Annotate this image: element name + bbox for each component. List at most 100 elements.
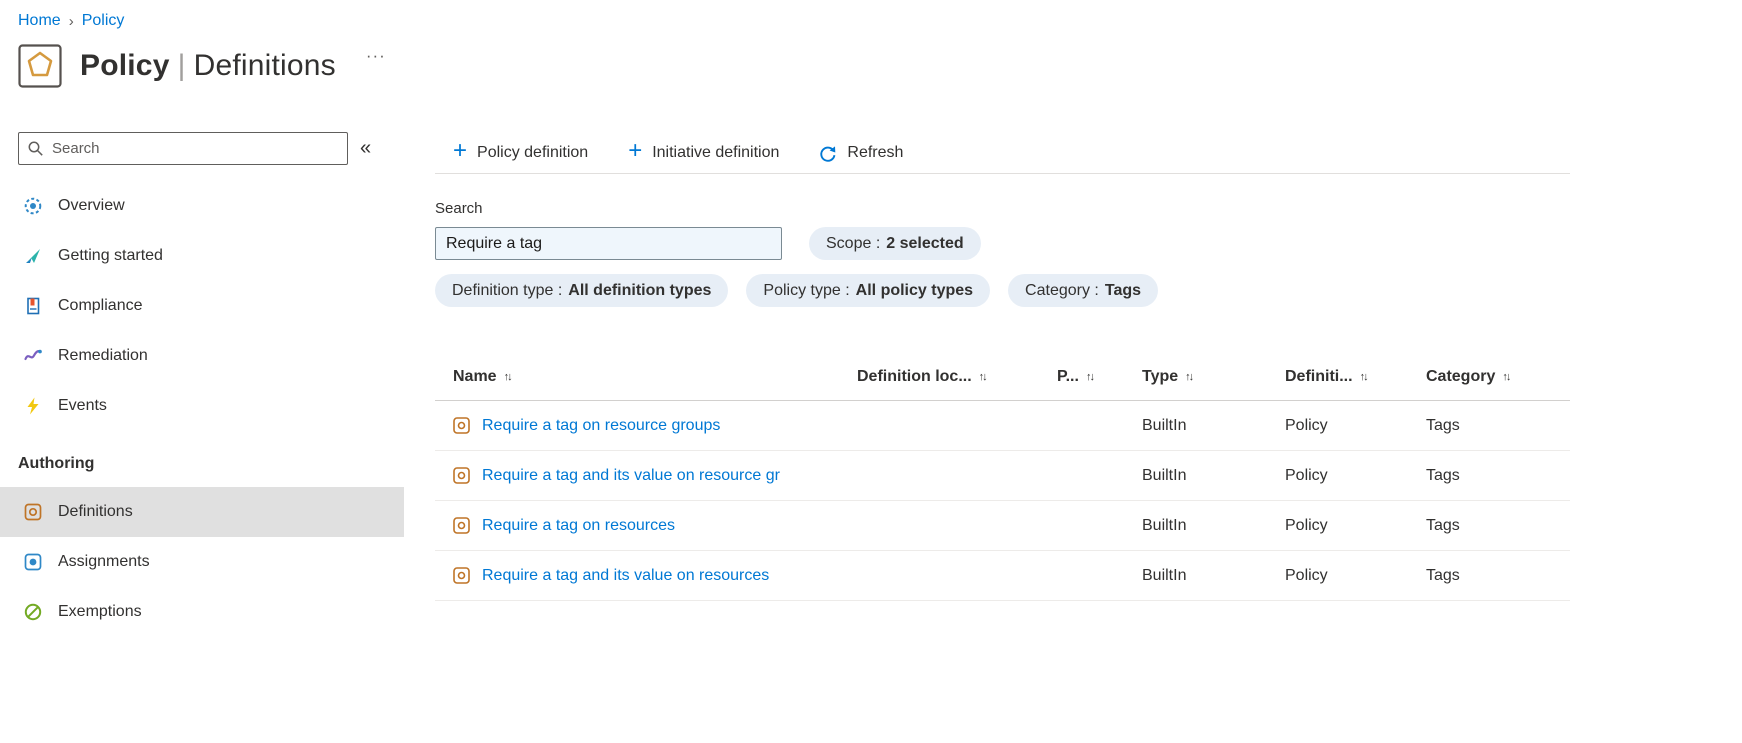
pill-label: Policy type : <box>763 281 850 299</box>
definitions-icon <box>24 503 42 521</box>
command-bar: + Policy definition + Initiative definit… <box>435 132 1570 174</box>
filter-pill-policy-type[interactable]: Policy type : All policy types <box>746 274 991 307</box>
page-title-primary: Policy <box>80 49 170 82</box>
more-menu-icon[interactable]: ··· <box>366 46 386 66</box>
sidebar-search-input[interactable] <box>52 140 339 157</box>
policy-definition-icon <box>453 467 470 484</box>
sidebar-search-row: « <box>0 132 435 165</box>
column-label: Definiti... <box>1285 367 1353 385</box>
assignments-icon <box>24 553 42 571</box>
table-header-row: Name ↑↓ Definition loc... ↑↓ P... ↑↓ Typ… <box>435 353 1570 401</box>
sidebar-item-label: Exemptions <box>58 603 142 620</box>
policy-definition-icon <box>453 567 470 584</box>
sidebar: « Overview <box>0 132 435 637</box>
events-icon <box>24 397 42 415</box>
sidebar-item-remediation[interactable]: Remediation <box>0 331 404 381</box>
sidebar-nav: Overview Getting started Compliance Reme… <box>0 181 435 431</box>
definition-search-input[interactable] <box>435 227 782 260</box>
sidebar-section-authoring: Authoring <box>18 455 95 472</box>
definition-link[interactable]: Require a tag on resources <box>482 517 675 535</box>
sort-icon: ↑↓ <box>1359 370 1369 383</box>
refresh-icon <box>819 144 837 162</box>
column-header-definition-location[interactable]: Definition loc... ↑↓ <box>857 368 1057 386</box>
plus-icon: + <box>453 137 468 164</box>
cell-type: BuiltIn <box>1142 516 1187 534</box>
remediation-icon <box>24 347 42 365</box>
compliance-icon <box>24 297 42 315</box>
filter-pill-scope[interactable]: Scope : 2 selected <box>809 227 981 260</box>
cell-definition-type: Policy <box>1285 416 1328 434</box>
policy-definitions-page: Home › Policy Policy | Definitions ··· S… <box>0 0 1742 637</box>
table-row[interactable]: Require a tag on resource groups BuiltIn… <box>435 401 1570 451</box>
sidebar-item-getting-started[interactable]: Getting started <box>0 231 404 281</box>
cell-category: Tags <box>1426 466 1460 484</box>
sidebar-item-events[interactable]: Events <box>0 381 404 431</box>
definitions-table: Name ↑↓ Definition loc... ↑↓ P... ↑↓ Typ… <box>435 353 1570 601</box>
column-header-name[interactable]: Name ↑↓ <box>435 368 857 386</box>
sidebar-item-assignments[interactable]: Assignments <box>0 537 404 587</box>
refresh-button[interactable]: Refresh <box>819 144 903 162</box>
sort-icon: ↑↓ <box>978 370 988 383</box>
cell-name: Require a tag on resources <box>435 517 857 535</box>
filter-pill-definition-type[interactable]: Definition type : All definition types <box>435 274 729 307</box>
plus-icon: + <box>628 137 643 164</box>
policy-service-icon <box>18 44 62 88</box>
cell-definition-type: Policy <box>1285 466 1328 484</box>
page-title-separator: | <box>177 49 186 82</box>
cell-definition-type: Policy <box>1285 566 1328 584</box>
sidebar-item-overview[interactable]: Overview <box>0 181 404 231</box>
breadcrumb-home-link[interactable]: Home <box>18 12 61 30</box>
cell-category: Tags <box>1426 566 1460 584</box>
cell-category: Tags <box>1426 416 1460 434</box>
pill-value: 2 selected <box>886 234 964 252</box>
pill-label: Scope : <box>826 234 881 252</box>
policy-definition-button[interactable]: + Policy definition <box>453 137 589 164</box>
cell-type: BuiltIn <box>1142 566 1187 584</box>
initiative-definition-button[interactable]: + Initiative definition <box>628 137 779 164</box>
cell-category: Tags <box>1426 516 1460 534</box>
refresh-label: Refresh <box>847 143 904 161</box>
exemptions-icon <box>24 603 42 621</box>
breadcrumb-policy-link[interactable]: Policy <box>82 12 125 30</box>
main-content: + Policy definition + Initiative definit… <box>435 132 1570 637</box>
sidebar-item-label: Remediation <box>58 347 148 364</box>
sidebar-item-definitions[interactable]: Definitions <box>0 487 404 537</box>
pill-value: All definition types <box>568 281 712 299</box>
cell-type: BuiltIn <box>1142 416 1187 434</box>
getting-started-icon <box>24 247 42 265</box>
policy-definition-label: Policy definition <box>477 143 589 161</box>
cell-type: BuiltIn <box>1142 466 1187 484</box>
page-title-secondary: Definitions <box>193 49 336 82</box>
column-header-type[interactable]: Type ↑↓ <box>1142 368 1285 386</box>
definition-link[interactable]: Require a tag and its value on resource … <box>482 467 780 485</box>
filter-search-label: Search <box>435 200 483 217</box>
column-label: P... <box>1057 367 1079 385</box>
breadcrumb-separator-icon: › <box>68 12 74 30</box>
breadcrumb: Home › Policy <box>0 0 1742 30</box>
column-label: Category <box>1426 367 1496 385</box>
filter-pill-category[interactable]: Category : Tags <box>1008 274 1159 307</box>
page-title: Policy | Definitions <box>80 49 336 83</box>
definition-link[interactable]: Require a tag on resource groups <box>482 417 720 435</box>
column-header-category[interactable]: Category ↑↓ <box>1426 368 1552 386</box>
column-header-p[interactable]: P... ↑↓ <box>1057 368 1142 386</box>
definition-link[interactable]: Require a tag and its value on resources <box>482 567 769 585</box>
sidebar-item-label: Compliance <box>58 297 143 314</box>
sidebar-item-label: Definitions <box>58 503 133 520</box>
sidebar-item-compliance[interactable]: Compliance <box>0 281 404 331</box>
column-label: Definition loc... <box>857 367 972 385</box>
policy-definition-icon <box>453 517 470 534</box>
column-label: Name <box>453 367 497 385</box>
table-row[interactable]: Require a tag on resources BuiltIn Polic… <box>435 501 1570 551</box>
pill-value: All policy types <box>855 281 974 299</box>
table-row[interactable]: Require a tag and its value on resource … <box>435 451 1570 501</box>
sort-icon: ↑↓ <box>503 370 513 383</box>
collapse-sidebar-button[interactable]: « <box>360 137 371 160</box>
body: « Overview <box>0 132 1742 637</box>
sort-icon: ↑↓ <box>1502 370 1511 383</box>
sidebar-item-exemptions[interactable]: Exemptions <box>0 587 404 637</box>
table-row[interactable]: Require a tag and its value on resources… <box>435 551 1570 601</box>
sort-icon: ↑↓ <box>1185 370 1194 383</box>
pill-value: Tags <box>1104 281 1142 299</box>
column-header-definition-type[interactable]: Definiti... ↑↓ <box>1285 368 1426 386</box>
